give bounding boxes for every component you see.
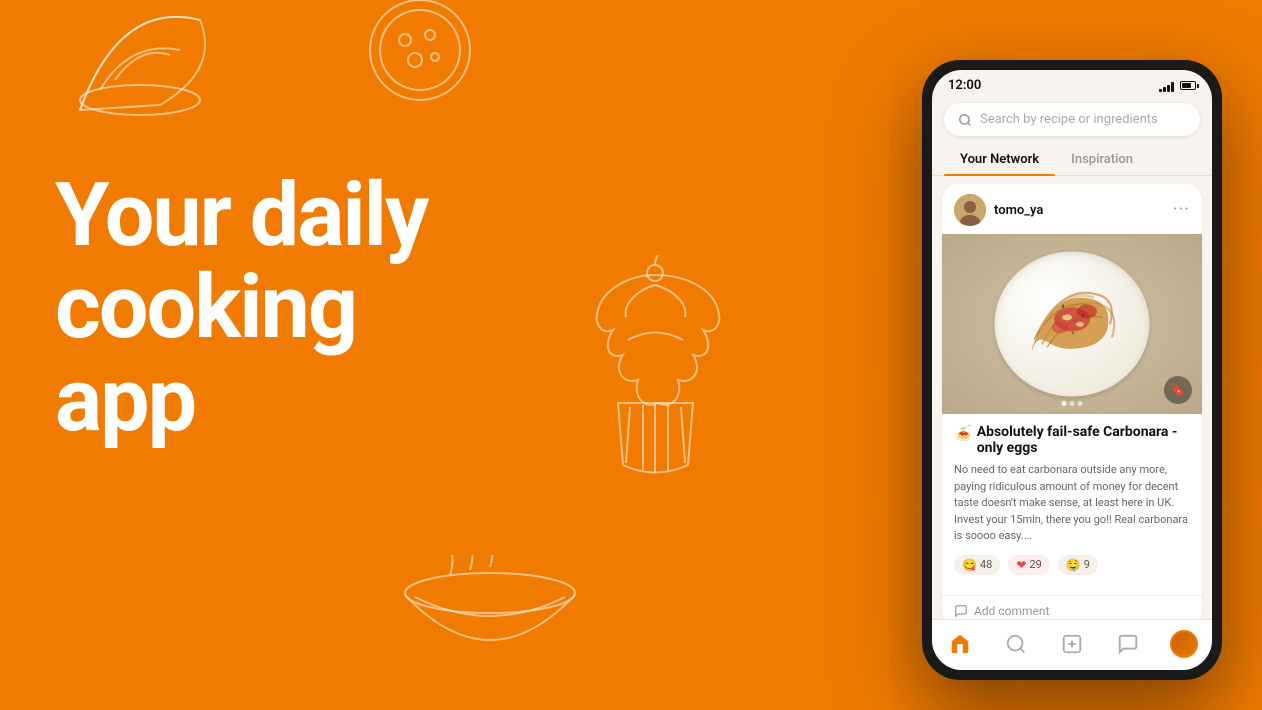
tab-inspiration[interactable]: Inspiration xyxy=(1055,144,1149,175)
tab-bar: Your Network Inspiration xyxy=(932,144,1212,176)
hero-line1: Your daily xyxy=(55,170,427,262)
hero-text-block: Your daily cooking app xyxy=(55,170,427,447)
user-avatar xyxy=(954,194,986,226)
hero-line3: app xyxy=(55,355,427,447)
save-button[interactable]: 🔖 xyxy=(1164,376,1192,404)
phone-mockup: 12:00 xyxy=(922,60,1222,680)
comment-icon xyxy=(954,604,968,618)
search-placeholder-text: Search by recipe or ingredients xyxy=(980,112,1158,127)
add-icon xyxy=(1061,633,1083,655)
search-icon xyxy=(958,113,972,127)
search-container: Search by recipe or ingredients xyxy=(932,97,1212,144)
reactions-row: 😋 48 ❤ 29 🤤 9 xyxy=(954,555,1190,575)
post-content: 🍝 Absolutely fail-safe Carbonara - only … xyxy=(942,414,1202,595)
reaction-heart[interactable]: ❤ 29 xyxy=(1008,555,1049,575)
nav-messages[interactable] xyxy=(1108,628,1148,660)
feed: tomo_ya ··· xyxy=(932,176,1212,619)
image-dots-indicator xyxy=(1062,401,1083,406)
post-header: tomo_ya ··· xyxy=(942,184,1202,234)
reaction-happy-count: 48 xyxy=(980,558,992,571)
post-user: tomo_ya xyxy=(954,194,1043,226)
status-icons xyxy=(1159,80,1196,92)
signal-icon xyxy=(1159,80,1174,92)
nav-profile[interactable] xyxy=(1164,628,1204,660)
post-title-text: Absolutely fail-safe Carbonara - only eg… xyxy=(977,424,1190,456)
reaction-drool[interactable]: 🤤 9 xyxy=(1058,555,1098,575)
pasta-plate xyxy=(942,234,1202,414)
comment-section[interactable]: Add comment xyxy=(942,595,1202,620)
post-description: No need to eat carbonara outside any mor… xyxy=(954,462,1190,545)
post-title: 🍝 Absolutely fail-safe Carbonara - only … xyxy=(954,424,1190,456)
hero-line2: cooking xyxy=(55,262,427,354)
battery-icon xyxy=(1180,81,1196,90)
reaction-heart-count: 29 xyxy=(1029,558,1041,571)
chat-icon xyxy=(1117,633,1139,655)
phone-outer-shell: 12:00 xyxy=(922,60,1222,680)
search-nav-icon xyxy=(1005,633,1027,655)
home-icon xyxy=(949,633,971,655)
status-time: 12:00 xyxy=(948,78,981,93)
bottom-navigation xyxy=(932,619,1212,670)
profile-avatar xyxy=(1170,630,1198,658)
post-username: tomo_ya xyxy=(994,203,1043,218)
post-food-image: 🔖 xyxy=(942,234,1202,414)
search-bar[interactable]: Search by recipe or ingredients xyxy=(944,103,1200,136)
recipe-emoji: 🍝 xyxy=(954,424,973,442)
phone-screen: 12:00 xyxy=(932,70,1212,670)
nav-search[interactable] xyxy=(996,628,1036,660)
nav-home[interactable] xyxy=(940,628,980,660)
post-item: tomo_ya ··· xyxy=(942,184,1202,619)
add-comment-label: Add comment xyxy=(974,604,1049,618)
post-more-button[interactable]: ··· xyxy=(1173,201,1190,219)
reaction-happy[interactable]: 😋 48 xyxy=(954,555,1000,575)
tab-your-network[interactable]: Your Network xyxy=(944,144,1055,175)
reaction-drool-count: 9 xyxy=(1084,558,1090,571)
status-bar: 12:00 xyxy=(932,70,1212,97)
nav-add[interactable] xyxy=(1052,628,1092,660)
